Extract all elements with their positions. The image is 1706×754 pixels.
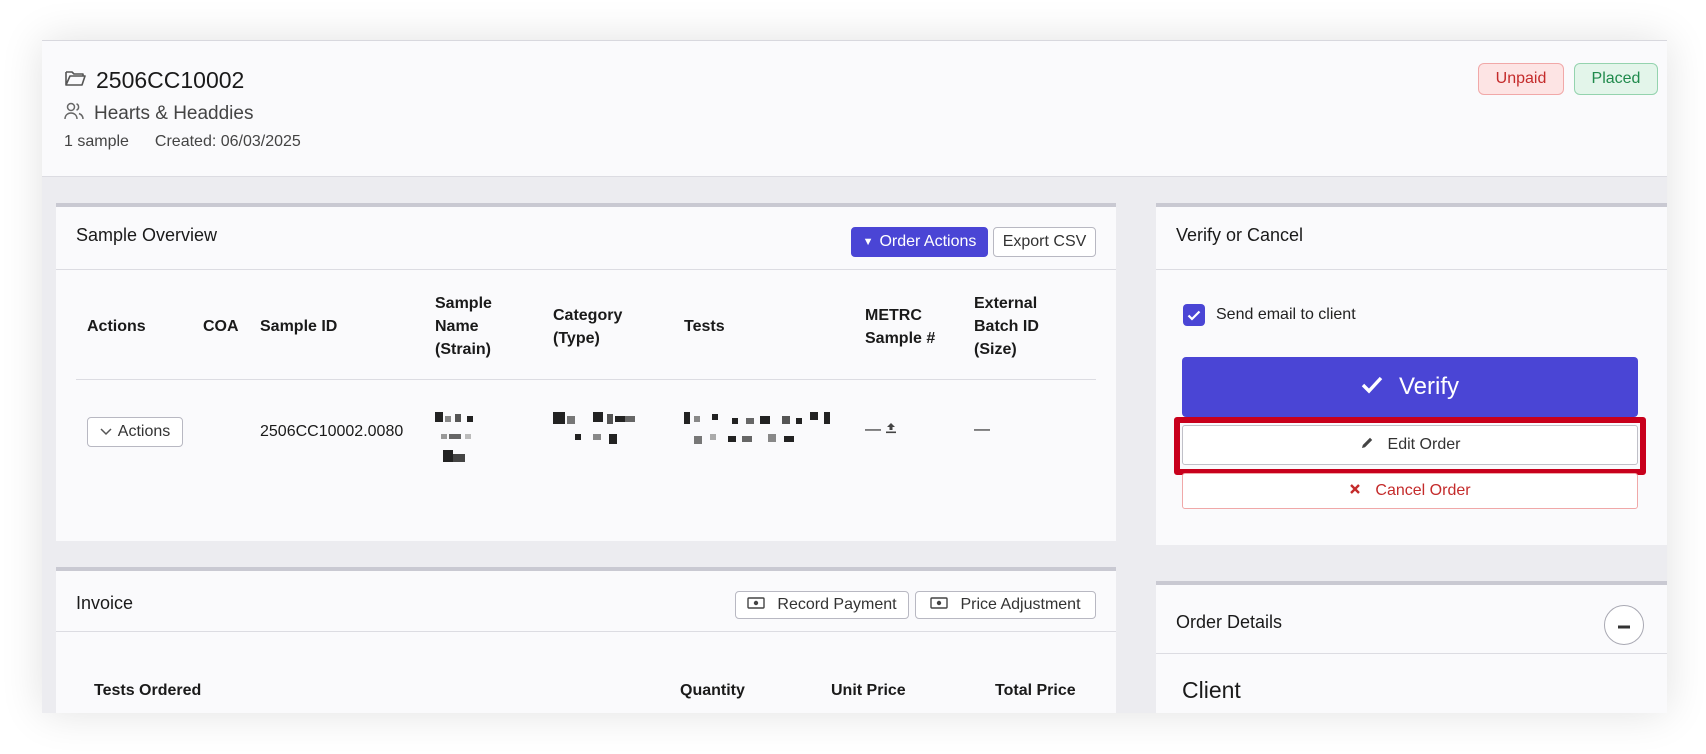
- col-category: Category (Type): [553, 307, 623, 347]
- send-email-label[interactable]: Send email to client: [1216, 306, 1356, 324]
- col-unit-price: Unit Price: [831, 682, 906, 699]
- export-csv-button[interactable]: Export CSV: [993, 227, 1096, 257]
- check-icon: [1361, 373, 1383, 401]
- row-actions-button[interactable]: Actions: [87, 417, 183, 447]
- send-email-checkbox[interactable]: [1183, 304, 1205, 326]
- redacted-sample-name: [435, 412, 495, 472]
- cancel-order-button[interactable]: Cancel Order: [1182, 473, 1638, 509]
- collapse-button[interactable]: [1604, 605, 1644, 645]
- col-total-price: Total Price: [995, 682, 1076, 699]
- col-tests: Tests: [684, 318, 725, 335]
- minus-icon: [1618, 616, 1630, 634]
- payment-status-badge: Unpaid: [1478, 63, 1564, 95]
- order-details-card: Order Details Client: [1156, 581, 1667, 713]
- col-sample-name: Sample Name (Strain): [435, 295, 492, 358]
- col-coa: COA: [203, 318, 239, 335]
- created-date: Created: 06/03/2025: [154, 133, 301, 150]
- order-id: 2506CC10002: [96, 66, 245, 93]
- app-frame: 2506CC10002 Hearts & Headdies 1 sample C…: [42, 40, 1667, 713]
- col-actions: Actions: [87, 318, 146, 335]
- sample-overview-title: Sample Overview: [76, 225, 218, 245]
- client-name[interactable]: Hearts & Headdies: [94, 103, 253, 125]
- redacted-tests: [684, 412, 834, 452]
- invoice-card: Invoice Record Payment Price Adjustment …: [56, 567, 1116, 713]
- order-details-title: Order Details: [1176, 612, 1283, 632]
- order-meta: 1 sample Created: 06/03/2025: [64, 133, 301, 151]
- users-icon: [64, 102, 84, 126]
- col-sample-id: Sample ID: [260, 318, 338, 335]
- invoice-title: Invoice: [76, 593, 134, 613]
- close-icon: [1349, 482, 1361, 500]
- sample-overview-card: Sample Overview ▼ Order Actions Export C…: [56, 203, 1116, 541]
- order-header: 2506CC10002 Hearts & Headdies 1 sample C…: [42, 41, 1667, 177]
- chevron-down-icon: [100, 423, 112, 441]
- col-tests-ordered: Tests Ordered: [94, 682, 202, 699]
- verify-button[interactable]: Verify: [1182, 357, 1638, 417]
- sample-id-cell[interactable]: 2506CC10002.0080: [260, 423, 403, 441]
- highlight-box: [1174, 417, 1646, 475]
- upload-icon[interactable]: [885, 421, 897, 439]
- price-adjustment-button[interactable]: Price Adjustment: [915, 591, 1096, 619]
- redacted-category: [553, 412, 653, 452]
- verify-cancel-card: Verify or Cancel Send email to client Ve…: [1156, 203, 1667, 545]
- client-line: Hearts & Headdies: [64, 101, 253, 127]
- col-quantity: Quantity: [680, 682, 745, 699]
- order-id-line: 2506CC10002: [64, 65, 244, 95]
- cash-icon: [930, 596, 949, 614]
- folder-icon: [64, 67, 86, 94]
- sample-count: 1 sample: [64, 133, 129, 150]
- client-heading: Client: [1182, 677, 1241, 703]
- col-metrc: METRC Sample #: [865, 307, 936, 347]
- verify-cancel-title: Verify or Cancel: [1176, 225, 1304, 245]
- metrc-cell: —: [865, 421, 897, 439]
- caret-down-icon: ▼: [862, 236, 874, 248]
- col-external-batch: External Batch ID (Size): [974, 295, 1039, 358]
- cash-icon: [747, 596, 766, 614]
- order-status-badge: Placed: [1574, 63, 1658, 95]
- order-actions-button[interactable]: ▼ Order Actions: [851, 227, 988, 257]
- record-payment-button[interactable]: Record Payment: [735, 591, 909, 619]
- external-batch-cell: —: [974, 421, 990, 438]
